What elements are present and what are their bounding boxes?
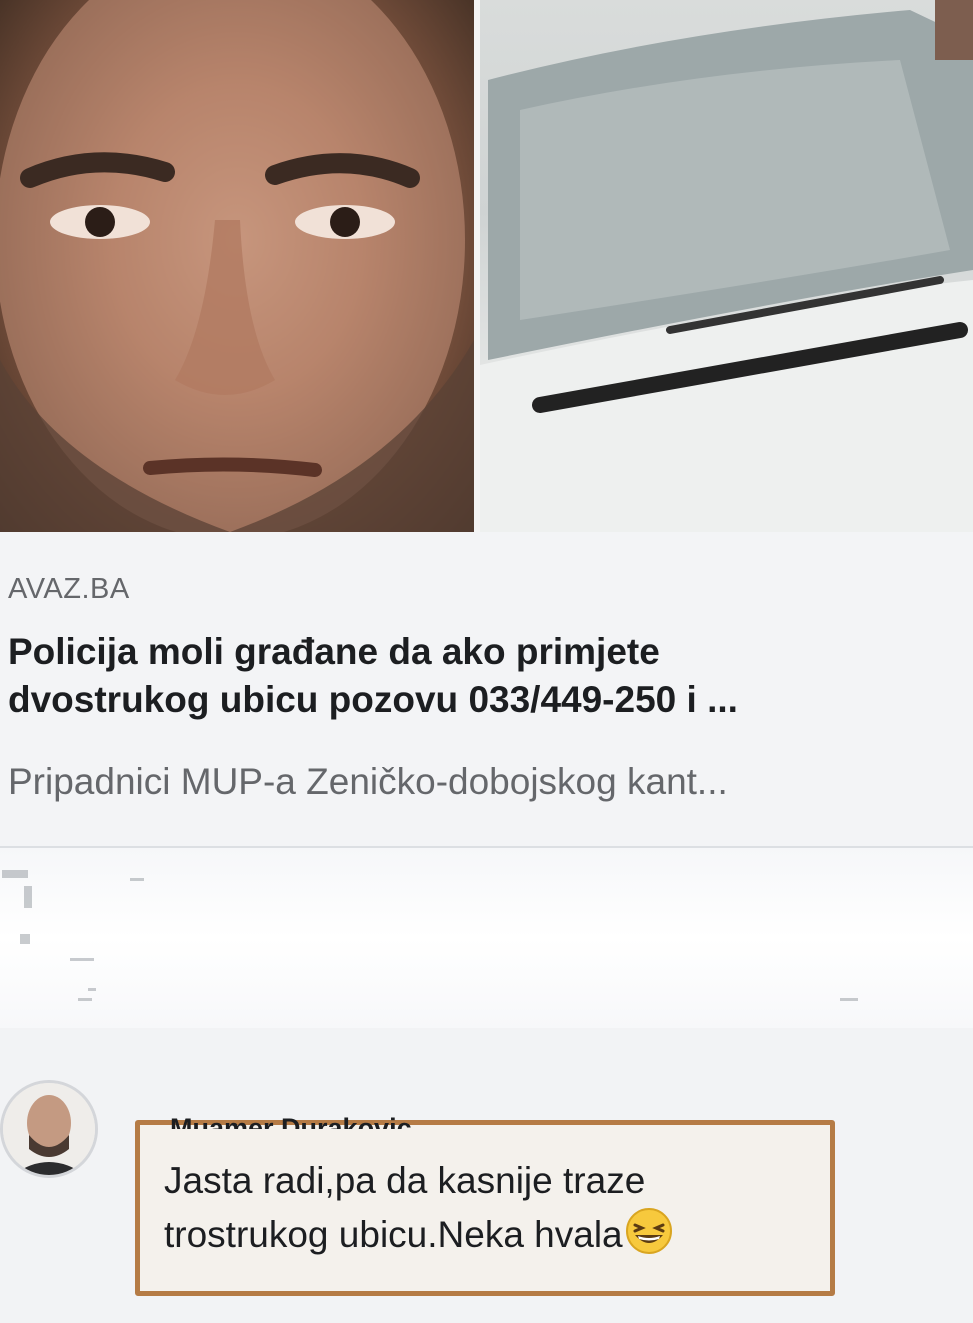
avatar[interactable] [0, 1080, 98, 1178]
suspect-photo [0, 0, 474, 532]
user-avatar-illustration [3, 1083, 95, 1175]
comment-line: Jasta radi,pa da kasnije traze [164, 1160, 646, 1201]
grinning-squinting-face-icon [625, 1208, 672, 1254]
headline-line: Policija moli građane da ako primjete [8, 631, 660, 672]
link-description: Pripadnici MUP-a Zeničko-dobojskog kant.… [8, 761, 728, 802]
car-windshield-illustration [480, 0, 973, 532]
link-source: AVAZ.BA [8, 573, 130, 605]
link-preview-card[interactable]: AVAZ.BA Policija moli građane da ako pri… [0, 0, 973, 848]
suspect-face-illustration [0, 0, 474, 532]
comment-line-text: trostrukog ubicu.Neka hvala [164, 1214, 623, 1255]
car-photo [480, 0, 973, 532]
screenshot: AVAZ.BA Policija moli građane da ako pri… [0, 0, 973, 1323]
comment-line: trostrukog ubicu.Neka hvala [164, 1207, 824, 1261]
comment-text: Jasta radi,pa da kasnije traze trostruko… [164, 1155, 824, 1261]
headline-line: dvostrukog ubicu pozovu 033/449-250 i ..… [8, 679, 738, 720]
redacted-area [0, 848, 973, 1028]
comment-bubble-highlighted[interactable]: Muamer Durakovic Jasta radi,pa da kasnij… [135, 1113, 835, 1296]
comment-author[interactable]: Muamer Durakovic [170, 1105, 412, 1129]
comment-section: Muamer Durakovic Jasta radi,pa da kasnij… [0, 1030, 973, 1323]
preview-images[interactable] [0, 0, 973, 532]
link-headline[interactable]: Policija moli građane da ako primjete dv… [8, 628, 963, 724]
